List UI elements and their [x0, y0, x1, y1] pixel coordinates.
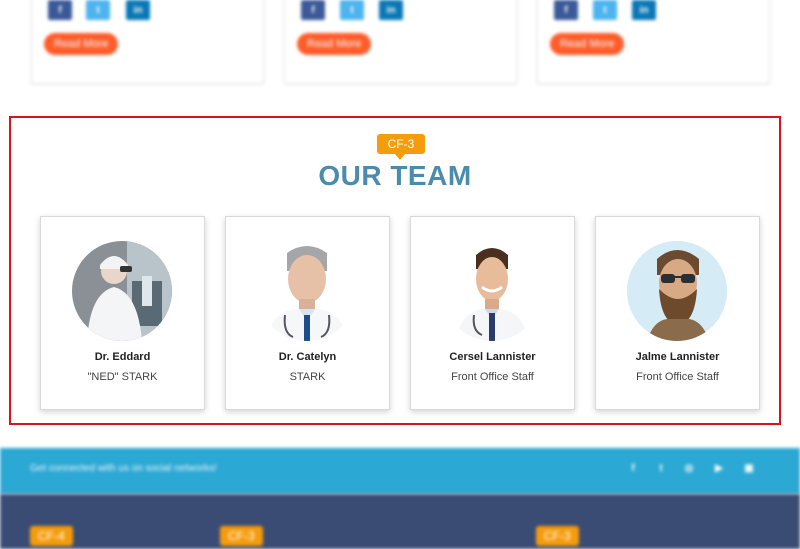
member-role: "NED" STARK — [87, 371, 158, 383]
blog-cards-row: f t in Read More f t in Read More f t in… — [0, 0, 800, 100]
member-name: Dr. Catelyn — [278, 351, 337, 363]
member-role: Front Office Staff — [636, 371, 719, 383]
member-name: Dr. Eddard — [94, 351, 151, 363]
youtube-icon[interactable]: ▶ — [712, 463, 726, 476]
scientist-photo — [72, 241, 172, 341]
connect-text: Get connected with us on social networks… — [30, 463, 217, 474]
section-badge: CF-3 — [377, 134, 425, 160]
twitter-icon[interactable]: t — [654, 463, 668, 476]
team-member-card[interactable]: Jalme Lannister Front Office Staff — [595, 216, 760, 410]
member-role: STARK — [289, 371, 326, 383]
read-more-button[interactable]: Read More — [550, 33, 625, 55]
read-more-button[interactable]: Read More — [44, 33, 119, 55]
linkedin-icon[interactable]: in — [126, 0, 150, 20]
avatar — [442, 241, 542, 341]
team-member-card[interactable]: Cersel Lannister Front Office Staff — [410, 216, 575, 410]
twitter-icon[interactable]: t — [340, 0, 364, 20]
section-badge: CF-4 — [30, 526, 73, 546]
team-member-card[interactable]: Dr. Eddard "NED" STARK — [40, 216, 205, 410]
section-badge: CF-3 — [220, 526, 263, 546]
section-title: OUR TEAM — [318, 160, 472, 191]
member-name: Cersel Lannister — [449, 351, 536, 363]
facebook-icon[interactable]: f — [301, 0, 325, 20]
team-member-card[interactable]: Dr. Catelyn STARK — [225, 216, 390, 410]
member-name: Jalme Lannister — [635, 351, 720, 363]
calendar-icon[interactable]: ▣ — [742, 463, 756, 476]
avatar — [257, 241, 357, 341]
read-more-button[interactable]: Read More — [297, 33, 372, 55]
instagram-icon[interactable]: ◎ — [682, 463, 696, 476]
avatar — [627, 241, 727, 341]
twitter-icon[interactable]: t — [593, 0, 617, 20]
linkedin-icon[interactable]: in — [379, 0, 403, 20]
our-team-section: CF-3 OUR TEAM Dr. Eddard "NED" STARK Dr.… — [9, 116, 781, 425]
facebook-icon[interactable]: f — [626, 463, 640, 476]
footer: CF-4 CF-3 CF-3 — [0, 494, 800, 549]
section-badge: CF-3 — [536, 526, 579, 546]
social-connect-band: Get connected with us on social networks… — [0, 448, 800, 494]
member-role: Front Office Staff — [451, 371, 534, 383]
twitter-icon[interactable]: t — [86, 0, 110, 20]
bearded-man-photo — [627, 241, 727, 341]
facebook-icon[interactable]: f — [554, 0, 578, 20]
linkedin-icon[interactable]: in — [632, 0, 656, 20]
doctor-photo — [257, 241, 357, 341]
staff-photo — [442, 241, 542, 341]
avatar — [72, 241, 172, 341]
facebook-icon[interactable]: f — [48, 0, 72, 20]
